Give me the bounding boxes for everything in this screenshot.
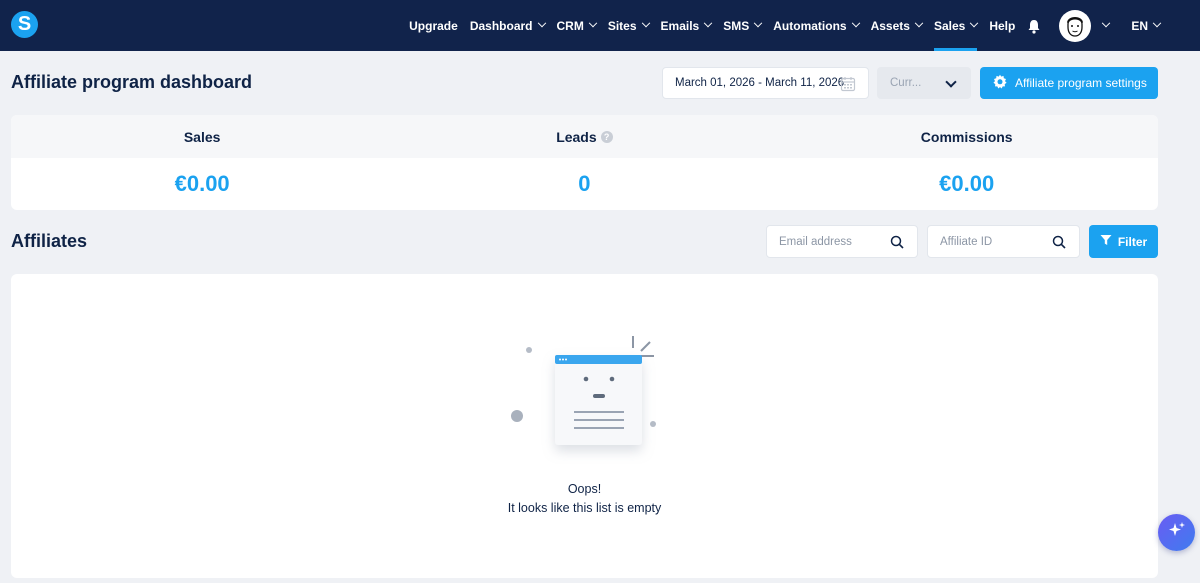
language-label: EN xyxy=(1131,18,1148,33)
stat-sales: €0.00 xyxy=(11,158,393,210)
nav-item-dashboard[interactable]: Dashboard xyxy=(469,0,546,51)
filter-button[interactable]: Filter xyxy=(1089,225,1158,258)
app-logo[interactable]: S xyxy=(11,11,38,38)
page-title: Affiliate program dashboard xyxy=(11,72,253,92)
nav-item-automations[interactable]: Automations xyxy=(773,0,860,51)
chevron-down-icon xyxy=(1102,18,1111,27)
stat-leads-header: Leads? xyxy=(393,115,775,158)
email-search xyxy=(766,225,918,258)
currency-placeholder: Curr... xyxy=(890,77,922,89)
top-navigation-bar: S Upgrade Dashboard CRM Sites Emails SMS… xyxy=(0,0,1200,51)
empty-state-illustration xyxy=(507,334,667,469)
nav-item-label: Sales xyxy=(933,18,966,33)
stat-sales-label: Sales xyxy=(183,128,221,145)
nav-item-label: Help xyxy=(989,18,1016,33)
avatar-menu-toggle[interactable] xyxy=(1097,0,1111,51)
nav-item-label: Automations xyxy=(773,18,847,33)
stats-card: Sales Leads? Commissions €0.00 0 €0.00 xyxy=(11,115,1158,210)
affiliates-list: Oops! It looks like this list is empty xyxy=(11,274,1158,578)
chevron-down-icon xyxy=(945,76,957,88)
nav-item-sales[interactable]: Sales xyxy=(933,0,979,51)
nav-item-assets[interactable]: Assets xyxy=(870,0,924,51)
chevron-down-icon xyxy=(588,18,598,27)
affiliate-settings-label: Affiliate program settings xyxy=(1015,76,1147,90)
search-icon[interactable] xyxy=(1052,235,1066,254)
search-icon[interactable] xyxy=(890,235,904,254)
nav-item-sites[interactable]: Sites xyxy=(607,0,650,51)
nav-item-emails[interactable]: Emails xyxy=(660,0,713,51)
date-range-picker[interactable]: March 01, 2026 - March 11, 2026 xyxy=(662,67,869,99)
help-icon[interactable]: ? xyxy=(600,130,613,143)
stat-commissions: €0.00 xyxy=(776,158,1158,210)
nav-item-label: SMS xyxy=(723,18,750,33)
sparkle-icon xyxy=(1168,521,1186,544)
stat-leads-value: 0 xyxy=(578,171,591,196)
empty-state-title: Oops! xyxy=(567,482,602,496)
nav-item-help[interactable]: Help xyxy=(989,0,1015,51)
date-range-value: March 01, 2026 - March 11, 2026 xyxy=(675,77,845,89)
stat-leads: 0 xyxy=(393,158,775,210)
stats-value-row: €0.00 0 €0.00 xyxy=(11,158,1158,210)
currency-select[interactable]: Curr... xyxy=(877,67,971,99)
stat-leads-label: Leads? xyxy=(556,128,613,145)
affiliate-id-search xyxy=(927,225,1080,258)
stat-commissions-label: Commissions xyxy=(920,128,1013,145)
chevron-down-icon xyxy=(641,18,650,27)
nav-item-upgrade[interactable]: Upgrade xyxy=(409,0,458,51)
nav-item-label: Assets xyxy=(870,18,910,33)
chevron-down-icon xyxy=(1152,18,1162,27)
nav-item-label: Emails xyxy=(660,18,700,33)
stats-header-row: Sales Leads? Commissions xyxy=(11,115,1158,158)
chevron-down-icon xyxy=(851,18,860,27)
stat-sales-header: Sales xyxy=(11,115,393,158)
chevron-down-icon xyxy=(914,18,924,27)
chevron-down-icon xyxy=(703,18,713,27)
gear-icon xyxy=(992,74,1008,93)
stat-commissions-value: €0.00 xyxy=(939,171,995,196)
nav-item-label: Dashboard xyxy=(469,18,533,33)
funnel-icon xyxy=(1100,234,1112,249)
language-selector[interactable]: EN xyxy=(1131,0,1162,51)
chevron-down-icon xyxy=(754,18,763,27)
ai-assistant-button[interactable] xyxy=(1158,514,1195,551)
nav-item-label: CRM xyxy=(556,18,584,33)
nav-item-label: Upgrade xyxy=(409,18,458,33)
chevron-down-icon xyxy=(537,18,546,27)
nav-item-sms[interactable]: SMS xyxy=(723,0,763,51)
affiliates-title: Affiliates xyxy=(11,231,88,251)
calendar-icon xyxy=(840,76,856,95)
nav-item-crm[interactable]: CRM xyxy=(556,0,598,51)
empty-state-message: It looks like this list is empty xyxy=(507,501,662,515)
chevron-down-icon xyxy=(970,18,979,27)
affiliate-settings-button[interactable]: Affiliate program settings xyxy=(980,67,1158,99)
user-avatar[interactable] xyxy=(1059,9,1092,42)
nav-item-label: Sites xyxy=(607,18,637,33)
stat-sales-value: €0.00 xyxy=(174,171,230,196)
stat-commissions-header: Commissions xyxy=(776,115,1158,158)
bell-icon[interactable] xyxy=(1027,19,1041,34)
filter-label: Filter xyxy=(1117,234,1148,249)
main-nav: Upgrade Dashboard CRM Sites Emails SMS A… xyxy=(397,0,1162,51)
stat-leads-label-text: Leads xyxy=(556,128,597,145)
